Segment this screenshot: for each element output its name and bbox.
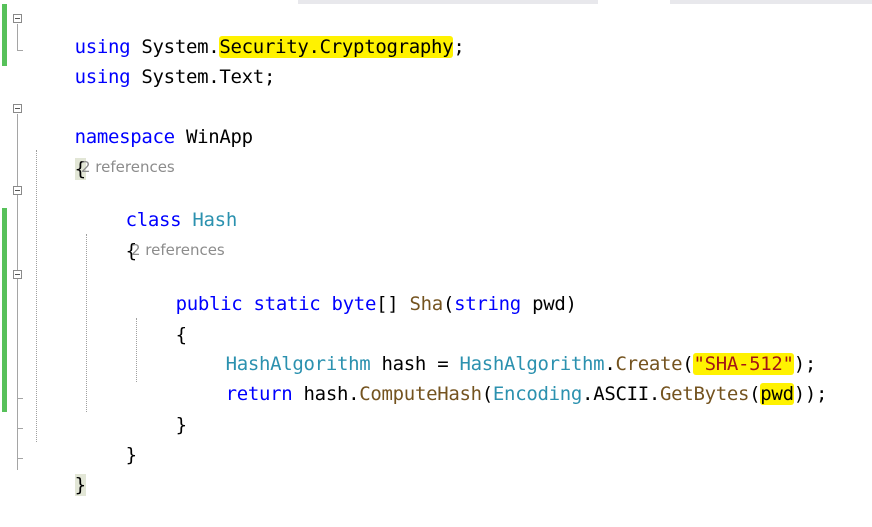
variable-name: hash [303, 383, 349, 405]
collapse-toggle-icon[interactable] [13, 104, 22, 113]
code-line-class-open[interactable]: { [81, 209, 137, 262]
dot: . [648, 383, 661, 405]
fold-line [17, 24, 18, 50]
close-brace: } [125, 444, 137, 466]
code-line-return[interactable]: return hash.ComputeHash(Encoding.ASCII.G… [181, 352, 827, 405]
method-call: ComputeHash [359, 383, 482, 405]
paren: ( [442, 293, 455, 315]
collapse-toggle-icon[interactable] [13, 270, 22, 279]
type-name: Encoding [492, 383, 583, 405]
code-line-class-close[interactable]: } [81, 413, 137, 466]
fold-end [17, 428, 23, 429]
change-indicator [2, 208, 7, 412]
code-line-class[interactable]: class Hash [81, 178, 238, 231]
code-line-namespace-close[interactable]: } [30, 443, 86, 496]
semicolon: ; [263, 66, 276, 88]
keyword: string [454, 293, 521, 315]
class-name: Hash [192, 209, 237, 231]
dot: . [348, 383, 360, 405]
paren: ( [749, 383, 761, 405]
codelens-references[interactable]: 2 references [131, 241, 225, 259]
code-line-namespace-open[interactable]: { [30, 127, 86, 180]
collapse-toggle-icon[interactable] [13, 14, 22, 23]
parameter-name: pwd [532, 293, 566, 315]
dot: . [582, 383, 594, 405]
close-brace: } [175, 414, 187, 436]
code-line-using-cryptography[interactable]: using System.Security.Cryptography; [30, 5, 465, 58]
fold-end [17, 458, 23, 459]
namespace-name: WinApp [185, 126, 253, 148]
code-line-method-decl[interactable]: public static byte[] Sha(string pwd) [131, 262, 577, 315]
top-tab-strip-right [670, 0, 872, 4]
fold-end [17, 50, 23, 51]
code-line-create-hash[interactable]: HashAlgorithm hash = HashAlgorithm.Creat… [181, 322, 816, 375]
paren: ( [481, 383, 493, 405]
keyword: static [253, 293, 321, 315]
paren: )); [793, 383, 828, 405]
keyword: byte [331, 293, 377, 315]
method-call: GetBytes [660, 383, 750, 405]
highlighted-parameter: pwd [760, 383, 794, 405]
array-brackets: [] [376, 293, 399, 315]
fold-line [17, 114, 18, 470]
code-line-method-close[interactable]: } [131, 383, 187, 436]
close-brace: } [74, 474, 86, 496]
code-line-namespace[interactable]: namespace WinApp [30, 95, 254, 148]
property-name: ASCII [593, 383, 649, 405]
method-name: Sha [409, 293, 444, 315]
namespace-name: System.Text [141, 66, 264, 88]
keyword: namespace [74, 126, 176, 148]
change-indicator [2, 4, 7, 66]
code-line-using-text[interactable]: using System.Text; [30, 35, 276, 88]
codelens-references[interactable]: 2 references [81, 158, 175, 176]
collapse-toggle-icon[interactable] [13, 186, 22, 195]
keyword: return [225, 383, 293, 405]
semicolon: ; [453, 36, 465, 58]
fold-end [17, 398, 23, 399]
keyword: using [74, 66, 131, 88]
paren: ) [565, 293, 577, 315]
code-line-method-open[interactable]: { [131, 293, 187, 346]
top-tab-strip [298, 0, 598, 4]
code-editor[interactable]: using System.Security.Cryptography; usin… [0, 0, 872, 496]
